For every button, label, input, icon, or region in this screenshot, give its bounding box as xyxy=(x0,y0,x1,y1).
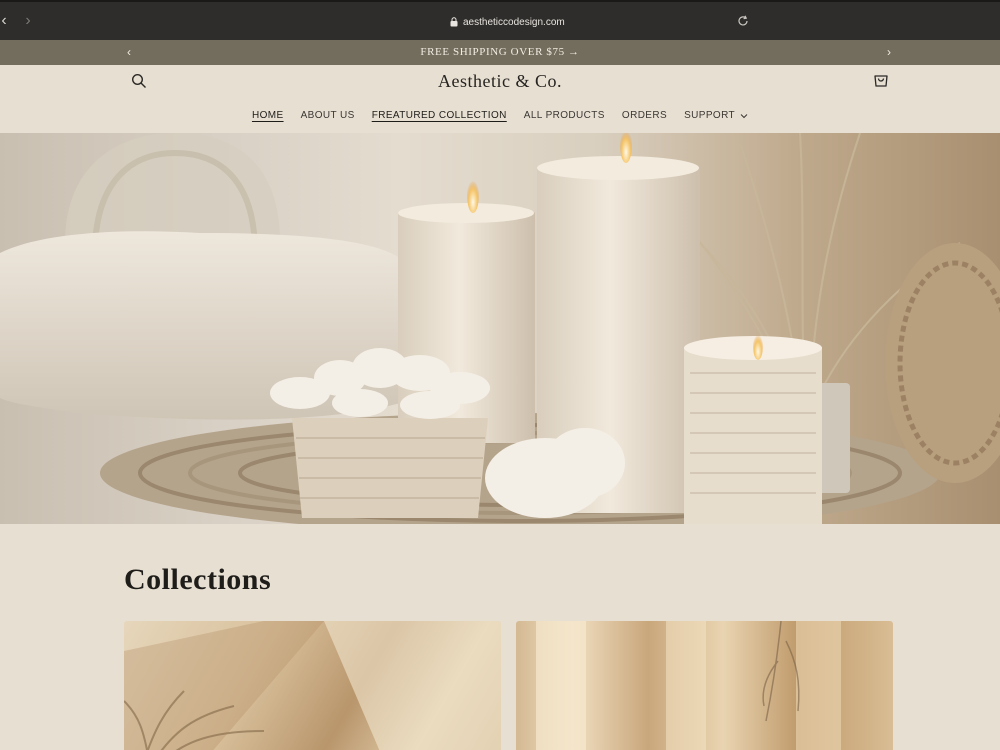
nav-item-featured-collection[interactable]: FREATURED COLLECTION xyxy=(372,110,507,122)
reload-icon[interactable] xyxy=(737,15,749,27)
address-bar[interactable]: aestheticcodesign.com xyxy=(450,14,565,30)
hero-banner xyxy=(0,133,1000,524)
collection-card[interactable] xyxy=(516,621,893,750)
nav-item-about-us[interactable]: ABOUT US xyxy=(301,110,355,122)
collection-card-image xyxy=(124,621,501,750)
collections-heading: Collections xyxy=(124,563,272,596)
announcement-next-icon[interactable]: › xyxy=(882,45,896,59)
back-icon[interactable]: ‹ xyxy=(0,12,12,30)
collection-card-image xyxy=(536,621,841,750)
forward-icon[interactable]: › xyxy=(20,12,36,30)
chevron-down-icon xyxy=(740,113,748,118)
nav-item-support[interactable]: SUPPORT xyxy=(684,110,748,122)
collection-card[interactable] xyxy=(124,621,501,750)
nav-item-all-products[interactable]: ALL PRODUCTS xyxy=(524,110,605,122)
url-text: aestheticcodesign.com xyxy=(463,16,565,28)
nav-item-home[interactable]: HOME xyxy=(252,110,284,122)
browser-toolbar: ‹ › aestheticcodesign.com xyxy=(0,0,1000,40)
site-header: Aesthetic & Co. HOME ABOUT US FREATURED … xyxy=(0,65,1000,133)
lock-icon xyxy=(450,17,458,27)
main-nav: HOME ABOUT US FREATURED COLLECTION ALL P… xyxy=(0,110,1000,122)
brand-logo[interactable]: Aesthetic & Co. xyxy=(0,71,1000,92)
announcement-text[interactable]: FREE SHIPPING OVER $75 → xyxy=(0,46,1000,58)
cart-icon[interactable] xyxy=(873,72,889,88)
nav-item-orders[interactable]: ORDERS xyxy=(622,110,667,122)
hero-image xyxy=(0,133,1000,524)
announcement-bar: ‹ FREE SHIPPING OVER $75 → › xyxy=(0,40,1000,65)
